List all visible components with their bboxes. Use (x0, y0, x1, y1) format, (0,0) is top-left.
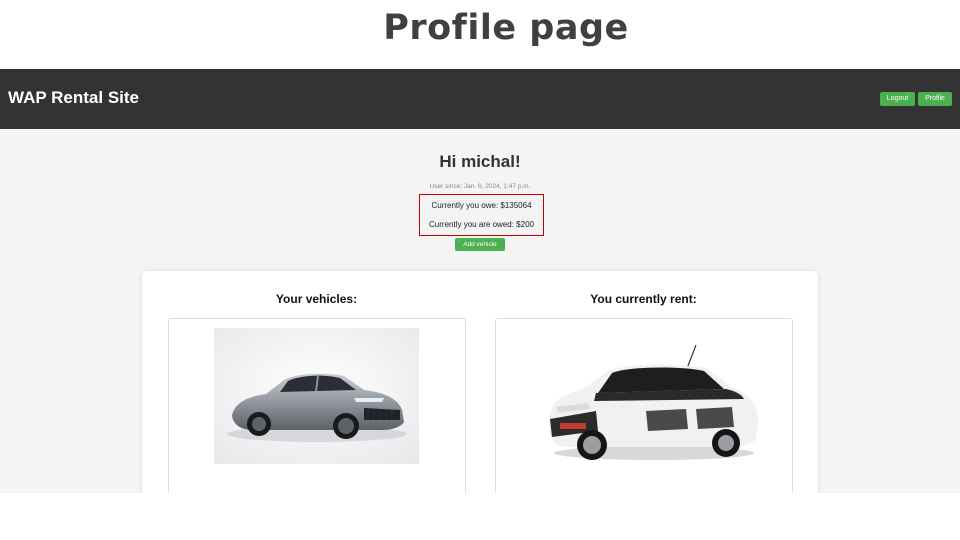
navbar: WAP Rental Site Logout Profile (0, 69, 960, 129)
owned-vehicle-card[interactable] (168, 318, 466, 493)
currently-rent-heading: You currently rent: (590, 292, 697, 306)
your-vehicles-heading: Your vehicles: (275, 292, 358, 306)
user-since-text: User since: Jan. 6, 2024, 1:47 p.m. (429, 183, 531, 190)
add-vehicle-button[interactable]: Add vehicle (455, 238, 505, 251)
rented-vehicle-card[interactable] (495, 318, 793, 493)
greeting-heading: Hi michal! (439, 152, 521, 171)
profile-button[interactable]: Profile (918, 92, 952, 106)
slide-title: Profile page (383, 8, 629, 48)
amount-owed-text: Currently you owe: $135064 (431, 201, 532, 210)
sedan-car-image (214, 328, 419, 464)
hatchback-car-image (549, 344, 758, 460)
vehicles-panel: Your vehicles: You currently rent: (142, 271, 818, 493)
balance-highlight-box: Currently you owe: $135064 Currently you… (419, 194, 544, 236)
browser-viewport: WAP Rental Site Logout Profile Hi michal… (0, 69, 960, 493)
logout-button[interactable]: Logout (880, 92, 915, 106)
site-brand[interactable]: WAP Rental Site (8, 88, 139, 108)
amount-receivable-text: Currently you are owed: $200 (429, 220, 534, 229)
